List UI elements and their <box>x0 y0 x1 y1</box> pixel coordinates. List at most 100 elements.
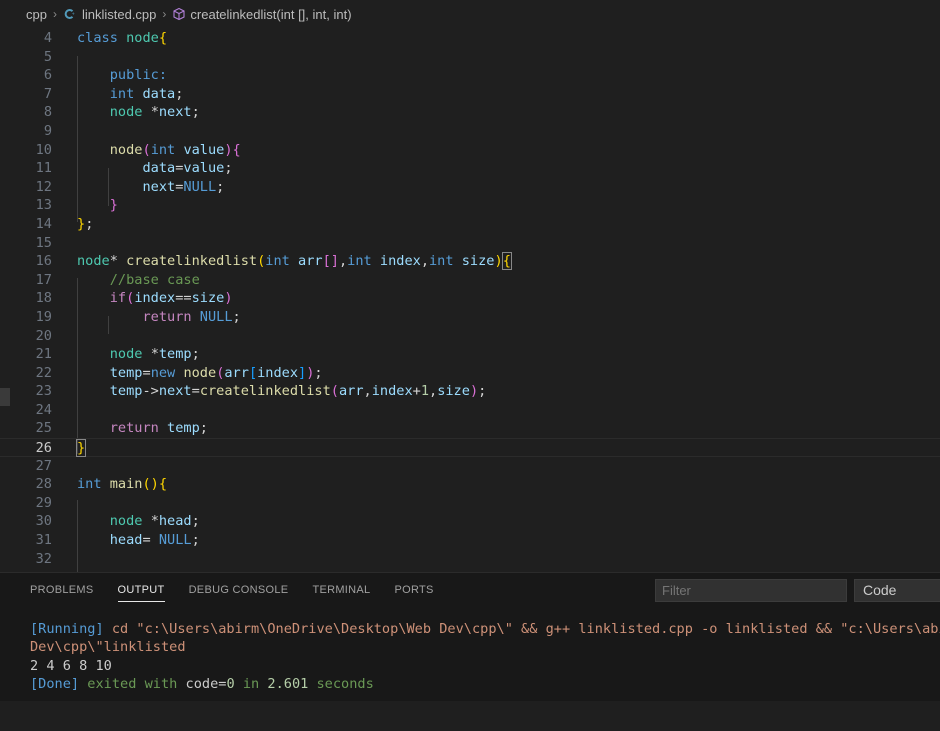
code-line: 8 node *next; <box>0 103 940 122</box>
token: == <box>175 290 192 307</box>
token: head <box>109 532 143 549</box>
code-line: 24 <box>0 401 940 420</box>
chevron-right-icon: › <box>52 7 57 21</box>
token: if <box>109 290 127 307</box>
token: node <box>109 141 143 158</box>
token: ) <box>469 383 479 400</box>
filter-input[interactable] <box>655 579 847 602</box>
token: index <box>134 290 176 307</box>
token: index <box>371 383 413 400</box>
line-number: 11 <box>35 160 52 177</box>
token: ; <box>224 160 233 177</box>
token: int <box>265 253 290 270</box>
code-line: 29 <box>0 494 940 513</box>
token: ( <box>330 383 339 400</box>
token: value <box>183 141 225 158</box>
token: return <box>142 308 192 325</box>
line-number: 15 <box>35 234 52 251</box>
token: () <box>142 476 159 493</box>
code-line: 4 class node{ <box>0 29 940 48</box>
line-number: 30 <box>35 513 52 530</box>
line-number: 13 <box>35 197 52 214</box>
code-editor[interactable]: 4 class node{ 5 6 public: 7 int data; 8 n… <box>0 28 940 572</box>
token: int <box>77 476 102 493</box>
line-number: 6 <box>43 67 52 84</box>
token: int <box>150 141 176 158</box>
token: ; <box>175 85 184 102</box>
token: arr <box>298 253 323 270</box>
line-number: 4 <box>43 30 52 46</box>
token: node <box>183 364 217 381</box>
breadcrumb: cpp › + linklisted.cpp › createlinkedlis… <box>0 0 940 28</box>
breadcrumb-folder[interactable]: cpp <box>26 7 47 22</box>
token: arr <box>338 383 364 400</box>
token: ) <box>494 253 503 270</box>
breadcrumb-symbol[interactable]: createlinkedlist(int [], int, int) <box>190 7 351 22</box>
token: ; <box>216 178 225 195</box>
token: node <box>109 346 143 363</box>
code-line: 12 next=NULL; <box>0 178 940 197</box>
token: [ <box>248 364 258 381</box>
token: [] <box>322 253 339 270</box>
token: { <box>158 30 168 46</box>
tab-ports[interactable]: PORTS <box>394 578 433 602</box>
tab-problems[interactable]: PROBLEMS <box>30 578 94 602</box>
token: { <box>158 476 168 493</box>
code-line: 7 int data; <box>0 85 940 104</box>
code-line: 14}; <box>0 215 940 234</box>
line-number: 9 <box>43 122 52 139</box>
line-number: 10 <box>35 141 52 158</box>
token: node <box>109 104 143 121</box>
token: value <box>183 160 225 177</box>
breadcrumb-file[interactable]: linklisted.cpp <box>82 7 156 22</box>
token: data <box>142 160 176 177</box>
token: } <box>77 215 86 232</box>
token: { <box>232 141 241 158</box>
token: int <box>347 253 372 270</box>
token: ; <box>191 513 200 530</box>
tab-terminal[interactable]: TERMINAL <box>312 578 370 602</box>
output-text: [Running] cd "c:\Users\abirm\OneDrive\De… <box>30 601 940 731</box>
token: return <box>109 420 159 437</box>
code-line: 9 <box>0 122 940 141</box>
code-line: 28 int main(){ <box>0 475 940 494</box>
code-line: 23 temp->next=createlinkedlist(arr,index… <box>0 382 940 401</box>
token: NULL <box>199 308 233 325</box>
token: 1 <box>420 383 429 400</box>
token: new <box>150 364 176 381</box>
line-number: 29 <box>35 494 52 511</box>
token: ; <box>191 532 200 549</box>
token: , <box>363 383 372 400</box>
code-line: 5 <box>0 48 940 67</box>
code-line: 30 node *head; <box>0 512 940 531</box>
line-number: 31 <box>35 532 52 549</box>
token: ( <box>142 141 151 158</box>
code-line: 31 head= NULL; <box>0 531 940 550</box>
line-number: 24 <box>35 401 52 418</box>
token: class <box>77 30 118 46</box>
token: * <box>150 346 159 363</box>
line-number: 7 <box>43 85 52 102</box>
token: ) <box>224 290 233 307</box>
output-line-result: 2 4 6 8 10 <box>30 657 112 674</box>
token: temp <box>109 383 143 400</box>
token: ) <box>224 141 233 158</box>
output-channel-select[interactable]: Code <box>854 579 940 602</box>
token: ; <box>191 346 200 363</box>
output-line-running-cont: Dev\cpp\"linklisted <box>30 639 186 656</box>
code-line: 10 node(int value){ <box>0 141 940 160</box>
token: ; <box>191 104 200 121</box>
token: node <box>77 253 110 270</box>
token: temp <box>109 364 143 381</box>
token: -> <box>142 383 159 400</box>
token: NULL <box>183 178 217 195</box>
token: = <box>142 532 151 549</box>
tab-output[interactable]: OUTPUT <box>117 578 165 602</box>
code-line: 18 if(index==size) <box>0 289 940 308</box>
tab-debug-console[interactable]: DEBUG CONSOLE <box>189 578 289 602</box>
token: * <box>150 104 159 121</box>
token: next <box>142 178 176 195</box>
code-line: 32 <box>0 550 940 569</box>
line-number: 5 <box>43 48 52 65</box>
code-line: 15 <box>0 234 940 253</box>
